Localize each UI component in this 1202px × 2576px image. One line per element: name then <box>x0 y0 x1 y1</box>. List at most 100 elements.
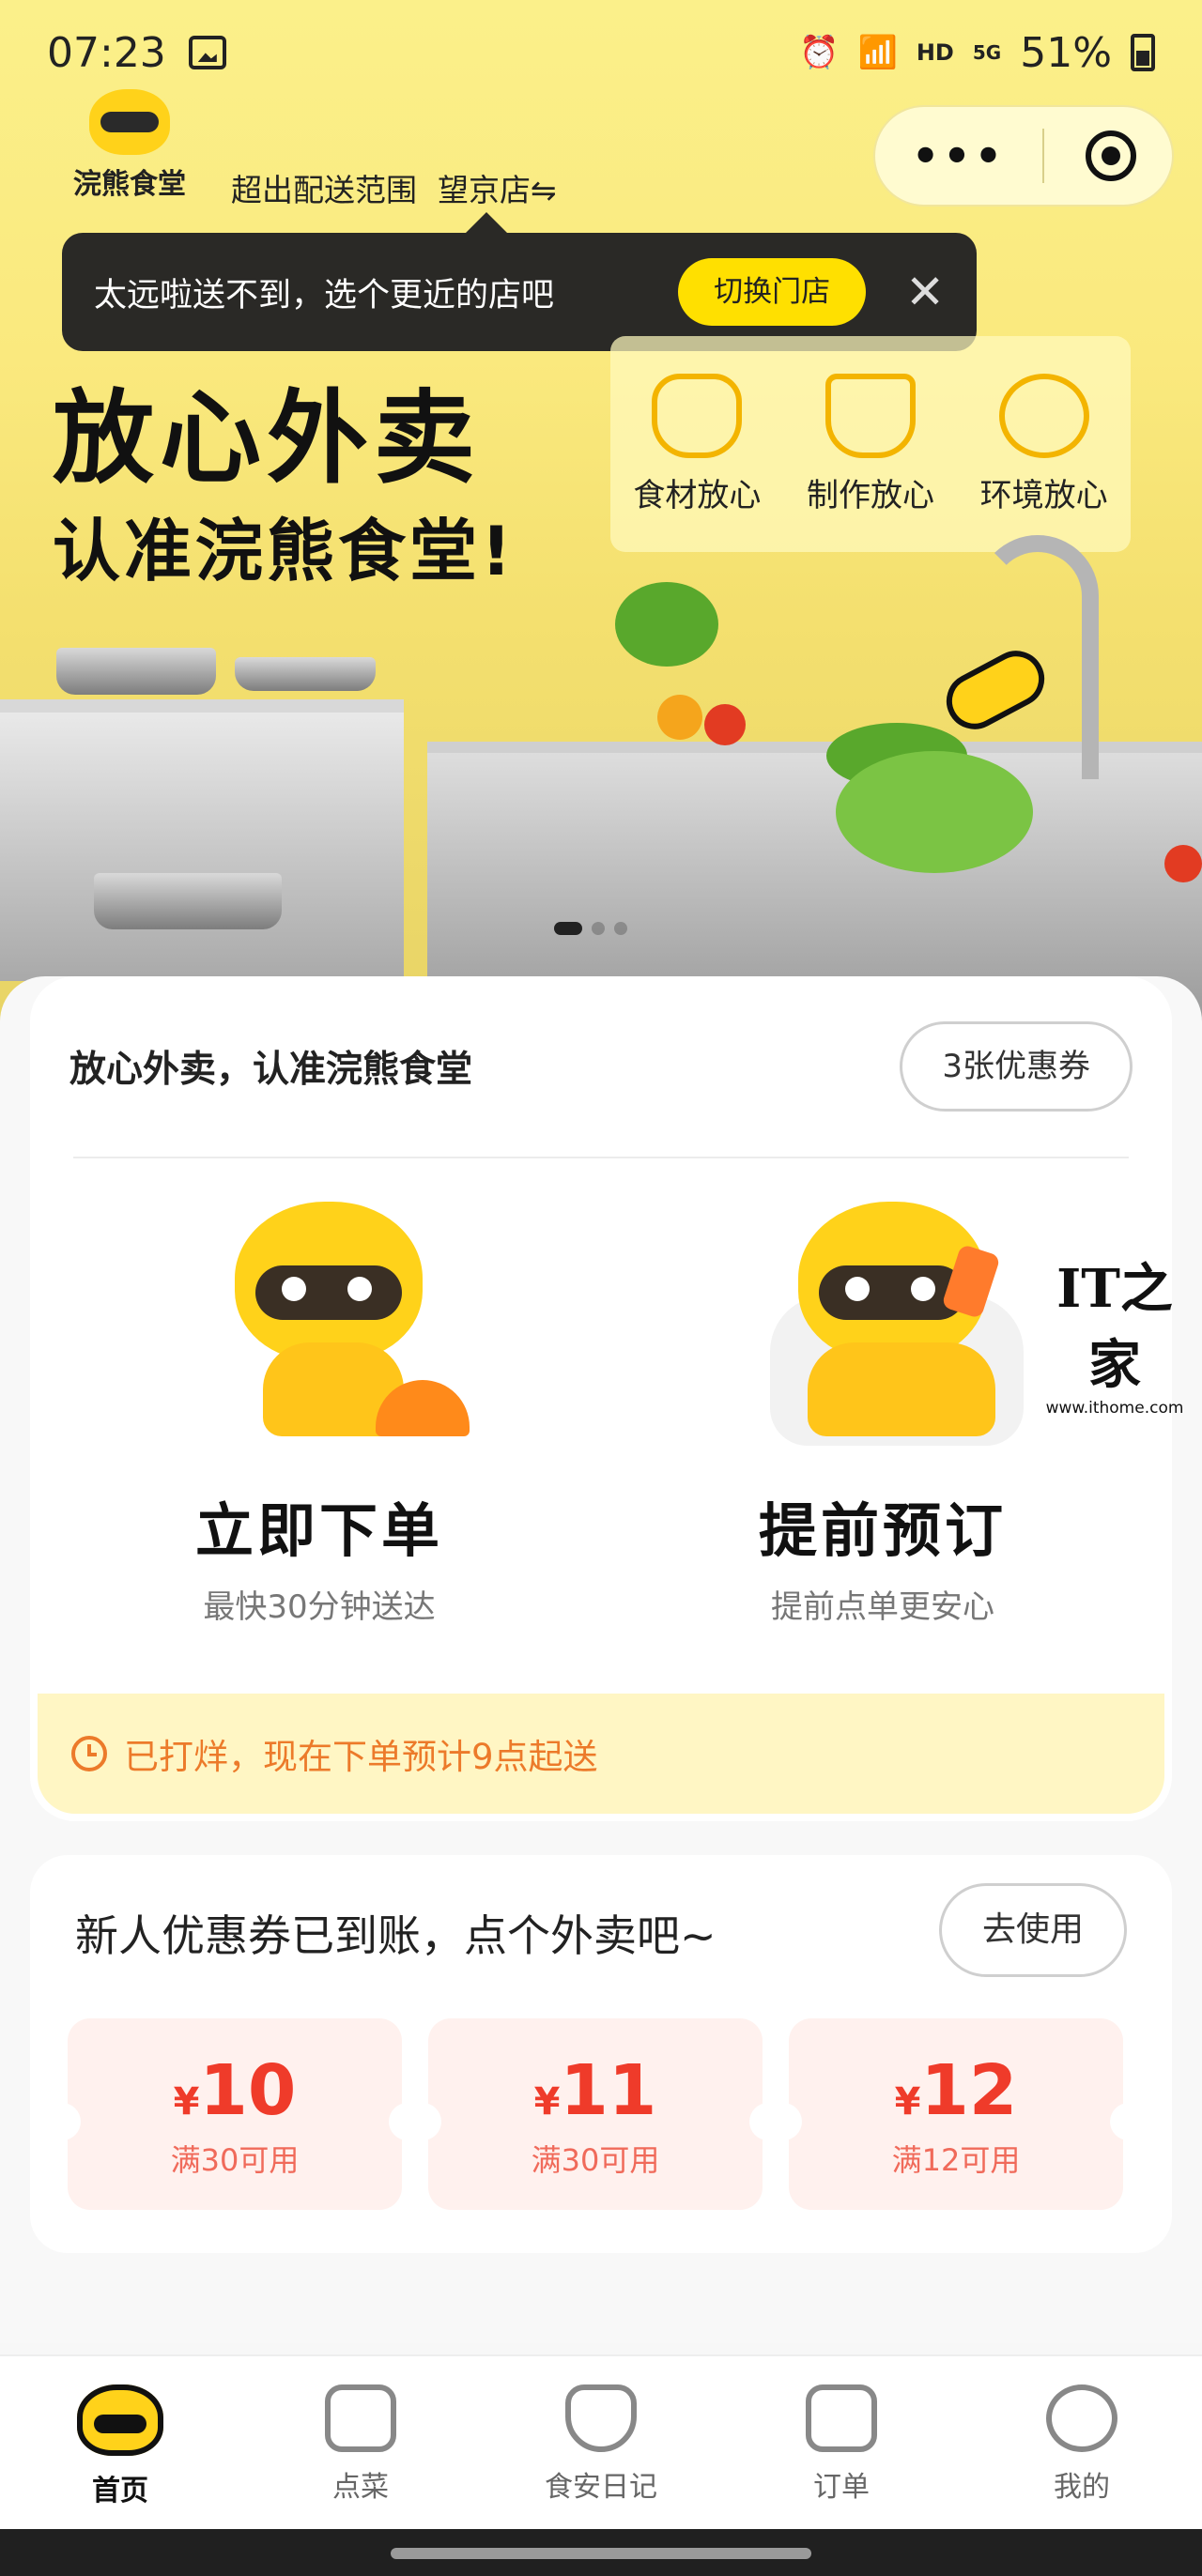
currency-symbol: ¥ <box>894 2080 921 2124</box>
tab-orders[interactable]: 订单 <box>721 2356 962 2529</box>
switch-store-button[interactable]: 切换门店 <box>678 258 867 326</box>
more-menu-button[interactable]: ••• <box>875 130 1042 181</box>
vegetable-icon <box>652 373 743 458</box>
out-of-range-tooltip: 太远啦送不到，选个更近的店吧 切换门店 ✕ <box>62 212 977 351</box>
tab-label: 点菜 <box>332 2471 389 2504</box>
ithome-watermark: IT之家 www.ithome.com <box>1044 1247 1185 1418</box>
order-list-icon <box>806 2384 877 2452</box>
coupon-value: 10 <box>199 2050 297 2131</box>
alarm-icon: ⏰ <box>799 34 840 71</box>
pre-order-title: 提前预订 <box>758 1496 1007 1565</box>
store-name[interactable]: 望京店⇋ <box>438 165 557 210</box>
herbs-image <box>615 582 718 667</box>
tab-menu[interactable]: 点菜 <box>240 2356 481 2529</box>
tooltip-message: 太远啦送不到，选个更近的店吧 <box>94 276 555 314</box>
assurance-panel: 食材放心 制作放心 环境放心 <box>610 336 1131 552</box>
hd-label: HD <box>916 39 954 66</box>
raccoon-mask-image <box>819 1265 965 1320</box>
pre-order-mascot <box>742 1192 1024 1446</box>
order-bag-icon <box>325 2384 396 2452</box>
banner-title: 放心外卖 <box>53 380 482 498</box>
carousel-indicators <box>554 922 627 935</box>
assurance-label: 环境放心 <box>979 476 1108 514</box>
slogan-row: 放心外卖，认准浣熊食堂 3张优惠券 <box>69 1021 1133 1112</box>
shield-icon <box>565 2384 637 2452</box>
closed-notice: 已打烊，现在下单预计9点起送 <box>38 1694 1164 1814</box>
delivery-range-status: 超出配送范围 <box>231 172 417 208</box>
home-raccoon-icon <box>77 2384 163 2456</box>
pan-image <box>235 657 376 691</box>
miniprogram-capsule: ••• <box>873 105 1174 207</box>
orange-image <box>657 695 702 740</box>
tomato-image <box>704 704 746 745</box>
coupon-amount: ¥11 <box>428 2050 763 2131</box>
notice-text: 已打烊，现在下单预计9点起送 <box>124 1737 598 1777</box>
assurance-label: 食材放心 <box>633 476 762 514</box>
clean-plate-icon <box>998 373 1089 458</box>
banner-subtitle: 认准浣熊食堂! <box>53 512 516 590</box>
close-icon[interactable]: ✕ <box>905 265 945 319</box>
bottom-tab-bar: 首页 点菜 食安日记 订单 我的 <box>0 2354 1202 2529</box>
network-label: 5G <box>972 41 1002 64</box>
carousel-dot <box>554 922 582 935</box>
coupon-amount: ¥12 <box>789 2050 1123 2131</box>
wifi-icon: 📶 <box>857 34 898 71</box>
tomato-image <box>1164 845 1202 882</box>
carousel-dot <box>592 922 605 935</box>
tab-profile[interactable]: 我的 <box>962 2356 1202 2529</box>
raccoon-eye-image <box>282 1277 306 1301</box>
watermark-logo: IT之家 <box>1056 1258 1173 1396</box>
coupon-value: 12 <box>920 2050 1018 2131</box>
assurance-environment: 环境放心 <box>979 373 1108 515</box>
coupon-count-button[interactable]: 3张优惠券 <box>900 1021 1133 1112</box>
use-coupon-button[interactable]: 去使用 <box>939 1883 1127 1977</box>
store-selector[interactable]: 超出配送范围 望京店⇋ <box>231 165 557 210</box>
coupon-condition: 满12可用 <box>891 2142 1021 2178</box>
pot-icon <box>824 373 916 458</box>
raccoon-eye-image <box>845 1277 870 1301</box>
clock-icon <box>71 1736 107 1771</box>
tab-label: 我的 <box>1054 2471 1110 2504</box>
order-now-button[interactable]: 立即下单 最快30分钟送达 <box>75 1192 563 1662</box>
divider <box>73 1157 1129 1158</box>
order-now-title: 立即下单 <box>194 1496 443 1565</box>
assurance-label: 制作放心 <box>806 476 934 514</box>
profile-icon <box>1046 2384 1117 2452</box>
tab-home[interactable]: 首页 <box>0 2356 240 2529</box>
currency-symbol: ¥ <box>173 2080 200 2124</box>
close-miniprogram-icon[interactable] <box>1086 130 1136 181</box>
raccoon-eye-image <box>347 1277 372 1301</box>
tab-label: 订单 <box>813 2471 870 2504</box>
coupon-value: 11 <box>560 2050 657 2131</box>
battery-percent: 51% <box>1020 28 1112 77</box>
coupon-condition: 满30可用 <box>531 2142 660 2178</box>
tab-label: 食安日记 <box>545 2471 657 2504</box>
status-time: 07:23 <box>47 28 166 77</box>
coupon-item[interactable]: ¥12 满12可用 <box>783 2018 1129 2210</box>
assurance-ingredients: 食材放心 <box>633 373 762 515</box>
raccoon-logo-icon <box>89 89 170 155</box>
hero-banner[interactable]: 07:23 ⏰ 📶 HD 5G 51% 浣熊食堂 超出配送范围 望京店⇋ •••… <box>0 0 1202 1023</box>
currency-symbol: ¥ <box>533 2080 561 2124</box>
order-now-mascot <box>178 1192 470 1436</box>
brand-logo[interactable]: 浣熊食堂 <box>64 89 195 202</box>
coupon-item[interactable]: ¥10 满30可用 <box>62 2018 408 2210</box>
coupon-item[interactable]: ¥11 满30可用 <box>423 2018 768 2210</box>
stove-counter-image <box>0 699 404 981</box>
gallery-notification-icon <box>188 36 226 69</box>
order-now-subtitle: 最快30分钟送达 <box>203 1588 436 1626</box>
tab-label: 首页 <box>92 2475 148 2507</box>
pot-image <box>56 648 216 695</box>
system-nav-bar <box>0 2529 1202 2576</box>
assurance-cooking: 制作放心 <box>806 373 934 515</box>
stacked-pots-image <box>94 873 282 929</box>
carousel-dot <box>614 922 627 935</box>
home-gesture-handle[interactable] <box>391 2548 811 2559</box>
battery-icon <box>1131 34 1155 71</box>
capsule-divider <box>1042 129 1044 183</box>
tab-food-safety[interactable]: 食安日记 <box>481 2356 721 2529</box>
slogan-text: 放心外卖，认准浣熊食堂 <box>69 1049 473 1091</box>
raccoon-mask-image <box>255 1265 402 1320</box>
watermark-url: www.ithome.com <box>1045 1399 1184 1418</box>
coupon-amount: ¥10 <box>68 2050 402 2131</box>
